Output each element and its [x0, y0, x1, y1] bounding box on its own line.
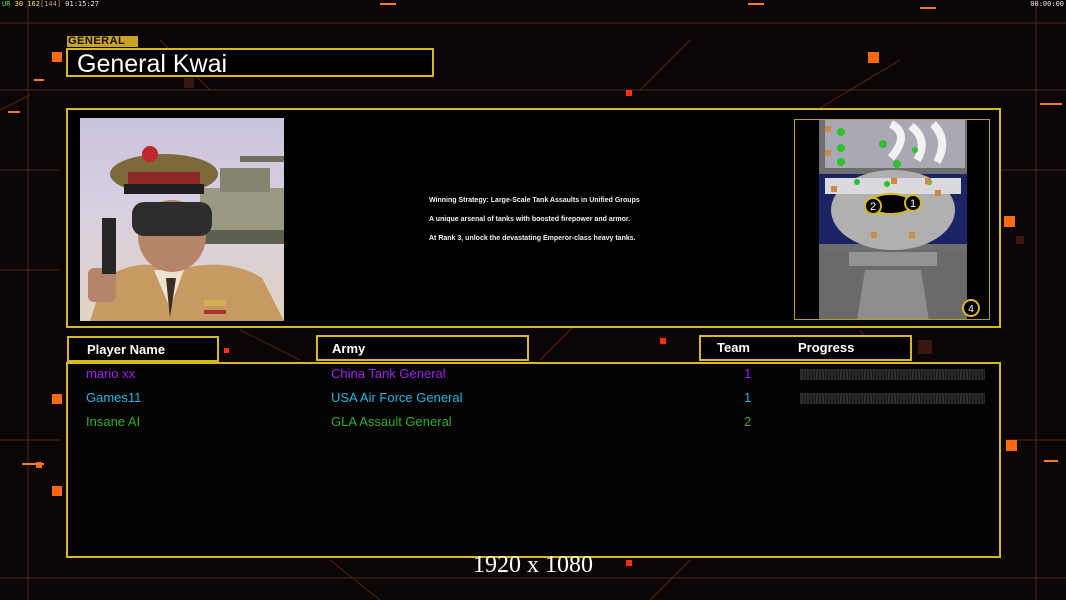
general-name-box: General Kwai	[66, 48, 434, 78]
general-name: General Kwai	[77, 50, 228, 78]
description-line: At Rank 3, unlock the devastating Empero…	[429, 235, 636, 242]
player-army: China Tank General	[331, 366, 446, 381]
player-name: Insane AI	[86, 414, 141, 429]
player-team: 2	[744, 414, 752, 429]
column-header-army: Army	[316, 335, 529, 361]
player-army: GLA Assault General	[331, 414, 452, 429]
header-label-team: Team	[717, 340, 750, 355]
player-army: USA Air Force General	[331, 390, 463, 405]
map-preview: 2 1 4	[794, 119, 990, 320]
player-row: mario xx China Tank General 1	[0, 366, 1066, 386]
player-team: 1	[744, 366, 752, 381]
hud-fps: 30	[14, 0, 24, 8]
column-header-team-progress: Team Progress	[699, 335, 912, 361]
player-row: Insane AI GLA Assault General 2	[0, 414, 1066, 434]
player-team: 1	[744, 390, 752, 405]
hud-clock-left: 01:15:27	[65, 0, 99, 8]
general-portrait	[80, 118, 284, 321]
description-line: Winning Strategy: Large-Scale Tank Assau…	[429, 197, 640, 204]
resolution-label: 1920 x 1080	[473, 552, 593, 578]
header-label: Player Name	[87, 342, 166, 357]
hud-frame: 162	[27, 0, 40, 8]
header-label-progress: Progress	[798, 340, 855, 355]
player-name: mario xx	[86, 366, 136, 381]
progress-bar	[800, 369, 985, 380]
start-marker-1: 1	[910, 198, 916, 210]
start-marker-2: 2	[870, 201, 876, 213]
start-marker-4: 4	[968, 304, 974, 315]
hud-clock-right: 00:00:00	[1030, 0, 1064, 8]
general-description: Winning Strategy: Large-Scale Tank Assau…	[429, 197, 640, 254]
hud-ur-label: UR	[2, 0, 11, 8]
progress-bar	[800, 393, 985, 404]
player-name: Games11	[86, 390, 142, 405]
hud-stats: UR 30 162[144] 01:15:27	[2, 0, 99, 8]
general-tag: GENERAL	[67, 36, 138, 47]
player-row: Games11 USA Air Force General 1	[0, 390, 1066, 410]
column-header-player-name: Player Name	[67, 336, 219, 362]
description-line: A unique arsenal of tanks with boosted f…	[429, 216, 631, 223]
hud-avg: [144]	[39, 0, 62, 8]
header-label: Army	[332, 341, 366, 356]
